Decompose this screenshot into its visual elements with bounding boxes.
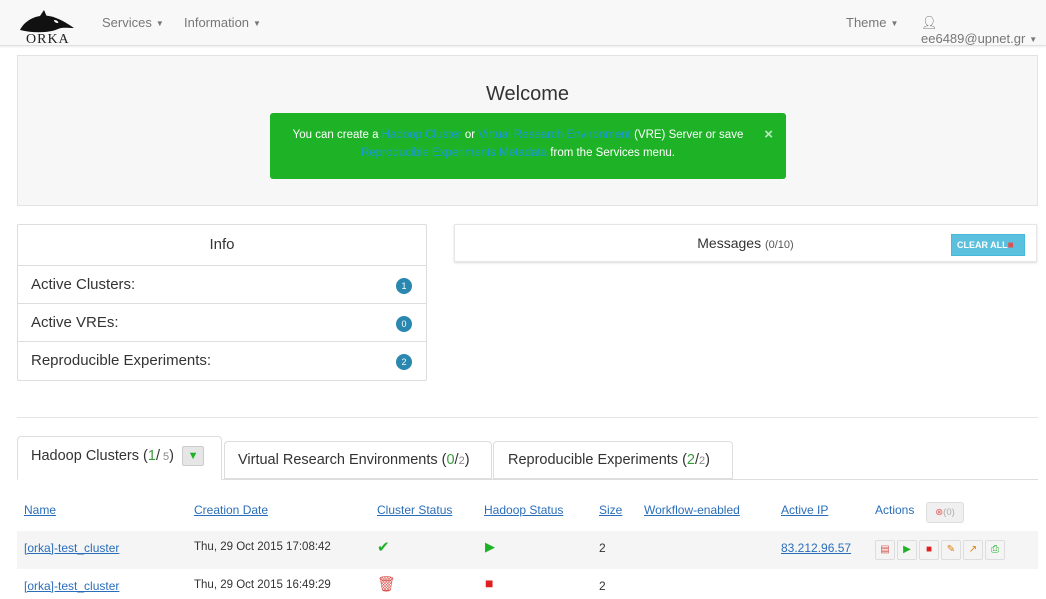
- active-ip-link[interactable]: 83.212.96.57: [781, 541, 851, 555]
- resize-icon: ↗: [968, 544, 978, 555]
- hadoop-cluster-link[interactable]: Hadoop Cluster: [382, 129, 462, 141]
- column-header-size[interactable]: Size: [599, 503, 622, 517]
- theme-menu[interactable]: Theme ▼: [846, 15, 898, 30]
- trash-icon: ▤: [880, 544, 890, 555]
- info-row-active-clusters: Active Clusters: 1: [18, 266, 426, 304]
- file-download-icon: ⎙: [991, 544, 999, 555]
- theme-label: Theme: [846, 15, 887, 30]
- orca-logo-icon: ORKA: [20, 10, 74, 47]
- column-header-actions: Actions: [875, 503, 915, 517]
- info-row-active-vres: Active VREs: 0: [18, 304, 426, 342]
- format-hdfs-button[interactable]: ✎: [941, 540, 961, 560]
- user-icon: 👤︎: [921, 15, 938, 30]
- logo-text: ORKA: [26, 32, 70, 44]
- caret-down-icon: ▼: [890, 19, 899, 29]
- caret-down-icon: ▼: [155, 19, 164, 29]
- trash-icon: 🗑︎: [377, 576, 397, 593]
- welcome-title: Welcome: [486, 83, 569, 105]
- alert-text: (VRE) Server or save: [634, 129, 744, 141]
- vre-link[interactable]: Virtual Research Environment: [478, 129, 631, 141]
- info-label: Reproducible Experiments:: [31, 352, 212, 369]
- messages-title: Messages (0/10): [455, 235, 1036, 251]
- stop-icon: ■: [485, 575, 494, 591]
- check-icon: ✔: [377, 539, 390, 556]
- close-icon[interactable]: ×: [764, 126, 773, 144]
- caret-down-icon: ▼: [1029, 35, 1038, 45]
- tab-hadoop-clusters[interactable]: Hadoop Clusters (1/ 5) ▼: [17, 436, 222, 480]
- tab-count: 2: [686, 452, 695, 468]
- section-divider: [17, 417, 1038, 418]
- info-alert: You can create a Hadoop Cluster or Virtu…: [270, 113, 786, 179]
- tab-total: 2: [458, 455, 465, 467]
- cluster-size: 2: [599, 541, 606, 555]
- clear-all-button[interactable]: CLEAR ALL■: [951, 234, 1025, 256]
- download-file-button[interactable]: ⎙: [985, 540, 1005, 560]
- tab-total: 5: [159, 450, 170, 463]
- stop-circle-icon: ⊗: [935, 507, 944, 518]
- info-row-reproducible-experiments: Reproducible Experiments: 2: [18, 342, 426, 380]
- tab-virtual-research-environments[interactable]: Virtual Research Environments (0/2): [224, 441, 492, 479]
- stop-all-count: (0): [943, 507, 955, 518]
- play-icon: ▶: [903, 544, 911, 555]
- tab-label: Reproducible Experiments: [508, 452, 679, 468]
- messages-label: Messages: [697, 235, 762, 251]
- user-email: ee6489@upnet.gr: [921, 31, 1026, 46]
- orka-logo[interactable]: ORKA: [16, 10, 78, 47]
- info-label: Active VREs:: [31, 314, 119, 331]
- information-label: Information: [184, 15, 250, 30]
- stop-hadoop-button[interactable]: ■: [919, 540, 939, 560]
- tab-total: 2: [699, 455, 706, 467]
- delete-cluster-button[interactable]: ▤: [875, 540, 895, 560]
- alert-text: You can create a: [292, 129, 379, 141]
- tab-label: Hadoop Clusters: [31, 447, 139, 464]
- clear-all-label: CLEAR ALL: [957, 240, 1008, 250]
- count-badge: 0: [396, 316, 412, 332]
- filter-icon[interactable]: ▼: [182, 446, 205, 466]
- caret-down-icon: ▼: [253, 19, 261, 29]
- services-menu[interactable]: Services ▼: [102, 15, 164, 30]
- info-label: Active Clusters:: [31, 276, 136, 293]
- reproducible-experiments-link[interactable]: Reproducible Experiments Metadata: [361, 147, 547, 159]
- tab-count: 0: [446, 452, 455, 468]
- messages-count: (0/10): [764, 239, 794, 251]
- cluster-name-link[interactable]: [orka]-test_cluster: [24, 579, 119, 593]
- trash-icon: ■: [1007, 240, 1014, 251]
- column-header-name[interactable]: Name: [24, 503, 56, 517]
- stop-icon: ■: [925, 544, 933, 555]
- count-badge: 1: [396, 278, 412, 294]
- cluster-size: 2: [599, 579, 606, 593]
- services-label: Services: [102, 15, 152, 30]
- info-panel: Info Active Clusters: 1 Active VREs: 0 R…: [17, 224, 427, 381]
- column-header-cluster-status[interactable]: Cluster Status: [377, 503, 452, 517]
- column-header-creation-date[interactable]: Creation Date: [194, 503, 268, 517]
- tab-count: 1: [147, 447, 156, 464]
- start-hadoop-button[interactable]: ▶: [897, 540, 917, 560]
- tab-label: Virtual Research Environments: [238, 452, 438, 468]
- messages-panel: Messages (0/10) CLEAR ALL■: [454, 224, 1037, 262]
- alert-text: from the Services menu.: [550, 147, 675, 159]
- column-header-active-ip[interactable]: Active IP: [781, 503, 828, 517]
- information-menu[interactable]: Information ▼: [184, 15, 261, 30]
- scale-cluster-button[interactable]: ↗: [963, 540, 983, 560]
- alert-text: or: [464, 129, 476, 141]
- cluster-name-link[interactable]: [orka]-test_cluster: [24, 541, 119, 555]
- count-badge: 2: [396, 354, 412, 370]
- creation-date: Thu, 29 Oct 2015 17:08:42: [194, 541, 331, 553]
- play-icon: ▶: [485, 539, 495, 554]
- user-menu[interactable]: 👤︎ee6489@upnet.gr ▼: [921, 15, 1046, 46]
- creation-date: Thu, 29 Oct 2015 16:49:29: [194, 579, 331, 591]
- welcome-panel: Welcome You can create a Hadoop Cluster …: [17, 55, 1038, 206]
- tab-reproducible-experiments[interactable]: Reproducible Experiments (2/2): [493, 441, 733, 479]
- eraser-icon: ✎: [946, 544, 956, 555]
- column-header-hadoop-status[interactable]: Hadoop Status: [484, 503, 563, 517]
- info-title: Info: [18, 225, 426, 266]
- top-navbar: ORKA Services ▼ Information ▼ Theme ▼ 👤︎ee6…: [0, 0, 1046, 47]
- stop-all-button[interactable]: ⊗(0): [926, 502, 964, 523]
- column-header-workflow-enabled[interactable]: Workflow-enabled: [644, 503, 740, 517]
